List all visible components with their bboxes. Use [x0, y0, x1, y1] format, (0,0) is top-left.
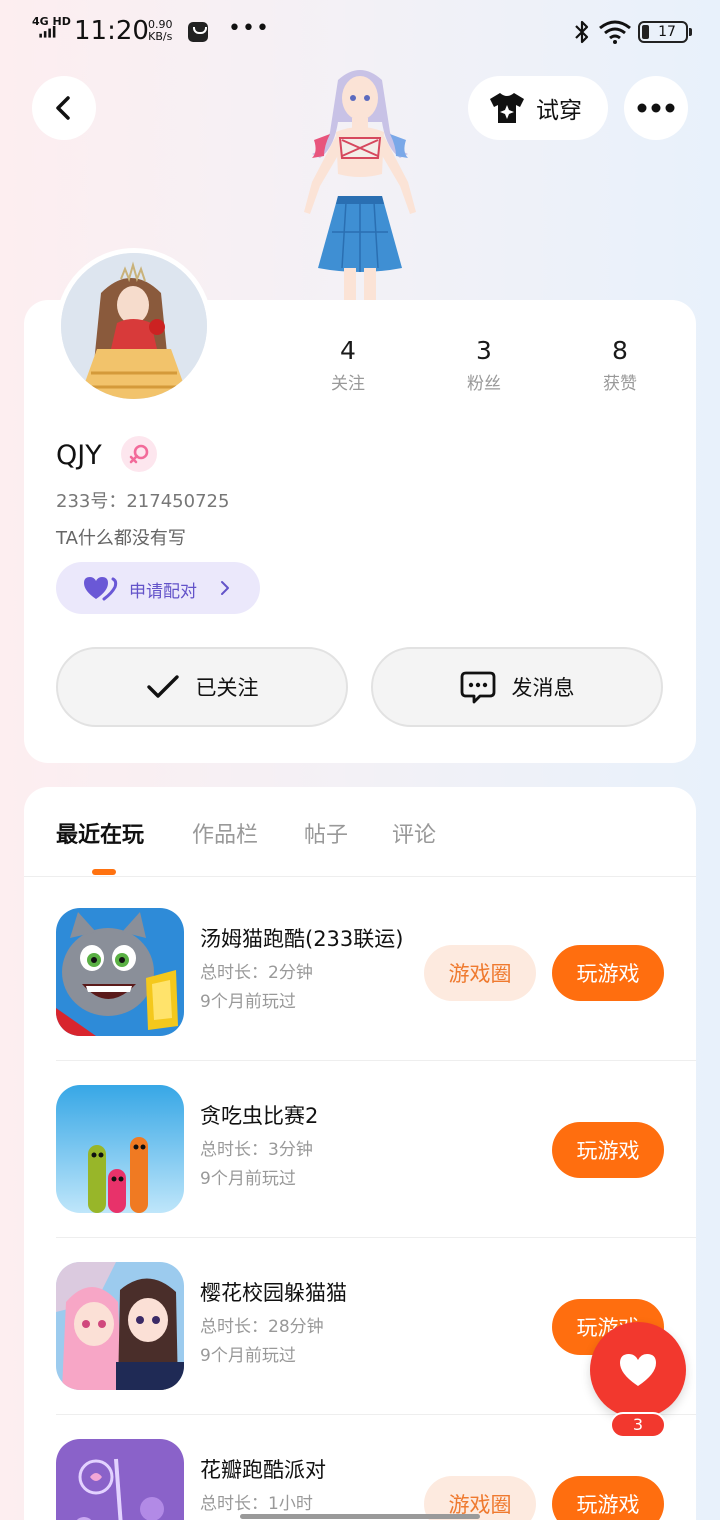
game-last-played: 9个月前玩过 [200, 1169, 296, 1189]
avatar[interactable] [56, 248, 212, 404]
game-duration: 总时长：28分钟 [200, 1317, 324, 1337]
speed-unit: KB/s [148, 30, 173, 43]
battery-fill [642, 25, 649, 39]
game-circle-button[interactable]: 游戏圈 [424, 945, 536, 1001]
game-title: 贪吃虫比赛2 [200, 1104, 319, 1128]
more-options-button[interactable] [624, 76, 688, 140]
petal-icon [56, 1439, 184, 1520]
tshirt-sparkle-icon [490, 93, 524, 123]
stat-value: 4 [340, 336, 356, 365]
game-last-played: 9个月前玩过 [200, 1346, 296, 1366]
like-count: 3 [610, 1412, 666, 1438]
profile-name: QJY [56, 440, 102, 471]
tab-posts[interactable]: 帖子 [304, 817, 348, 849]
stat-value: 8 [612, 336, 628, 365]
status-bar: 4G HD 11:20 0.90 KB/s ••• 17 [0, 0, 720, 64]
anime-girls-icon [56, 1262, 184, 1390]
chevron-right-icon [221, 581, 229, 595]
stat-likes[interactable]: 8 获赞 [560, 336, 680, 394]
game-title: 樱花校园躲猫猫 [200, 1281, 347, 1305]
chat-bubble-icon [460, 671, 495, 704]
game-list-item[interactable]: 汤姆猫跑酷(233联运) 总时长：2分钟 9个月前玩过 游戏圈 玩游戏 [24, 877, 696, 1054]
send-message-label: 发消息 [511, 676, 575, 700]
worms-icon [56, 1085, 184, 1213]
play-game-button[interactable]: 玩游戏 [552, 945, 664, 1001]
back-button[interactable] [32, 76, 96, 140]
talking-tom-icon [56, 908, 184, 1036]
avatar-image [61, 253, 207, 399]
avatar-3d-figure[interactable] [290, 62, 430, 300]
checkmark-icon [146, 675, 179, 698]
battery-indicator: 17 [638, 21, 692, 43]
clock: 11:20 [74, 16, 149, 46]
active-tab-indicator [92, 869, 116, 875]
tab-works[interactable]: 作品栏 [192, 817, 258, 849]
game-duration: 总时长：1小时 [200, 1494, 313, 1514]
apply-pair-button[interactable]: 申请配对 [56, 562, 260, 614]
more-notifications-icon: ••• [228, 16, 270, 41]
user-id: 233号：217450725 [56, 491, 230, 512]
stat-value: 3 [476, 336, 492, 365]
game-list-item[interactable]: 贪吃虫比赛2 总时长：3分钟 9个月前玩过 玩游戏 [24, 1054, 696, 1231]
try-on-label: 试穿 [536, 98, 582, 124]
game-duration: 总时长：3分钟 [200, 1140, 313, 1160]
home-indicator[interactable] [240, 1514, 480, 1519]
stat-label: 获赞 [603, 374, 637, 394]
stat-label: 粉丝 [467, 374, 501, 394]
followed-label: 已关注 [195, 676, 259, 700]
chevron-left-icon [56, 96, 70, 120]
profile-stats: 4 关注 3 粉丝 8 获赞 [280, 336, 688, 396]
battery-level: 17 [658, 24, 676, 40]
game-last-played: 9个月前玩过 [200, 992, 296, 1012]
followed-button[interactable]: 已关注 [56, 647, 348, 727]
game-duration: 总时长：2分钟 [200, 963, 313, 983]
ellipsis-icon [637, 103, 675, 113]
apply-pair-label: 申请配对 [129, 582, 197, 602]
user-bio: TA什么都没有写 [56, 528, 186, 549]
stat-following[interactable]: 4 关注 [288, 336, 408, 394]
female-icon [129, 444, 149, 464]
gender-badge [121, 436, 157, 472]
like-button[interactable] [590, 1322, 686, 1418]
stat-label: 关注 [331, 374, 365, 394]
play-game-button[interactable]: 玩游戏 [552, 1476, 664, 1520]
game-list-item[interactable]: 花瓣跑酷派对 总时长：1小时 游戏圈 玩游戏 [24, 1408, 696, 1520]
wifi-icon [599, 20, 631, 44]
bluetooth-icon [575, 20, 589, 44]
notification-app-icon [188, 22, 208, 42]
game-title: 花瓣跑酷派对 [200, 1458, 326, 1482]
network-speed: 0.90 KB/s [148, 19, 173, 43]
signal-icon [39, 26, 56, 38]
game-title: 汤姆猫跑酷(233联运) [200, 927, 404, 951]
send-message-button[interactable]: 发消息 [371, 647, 663, 727]
heart-icon [620, 1354, 656, 1386]
tab-comments[interactable]: 评论 [392, 817, 436, 849]
play-game-button[interactable]: 玩游戏 [552, 1122, 664, 1178]
tab-recently-played[interactable]: 最近在玩 [56, 817, 144, 849]
double-heart-icon [84, 577, 118, 601]
stat-fans[interactable]: 3 粉丝 [424, 336, 544, 394]
try-on-button[interactable]: 试穿 [468, 76, 608, 140]
